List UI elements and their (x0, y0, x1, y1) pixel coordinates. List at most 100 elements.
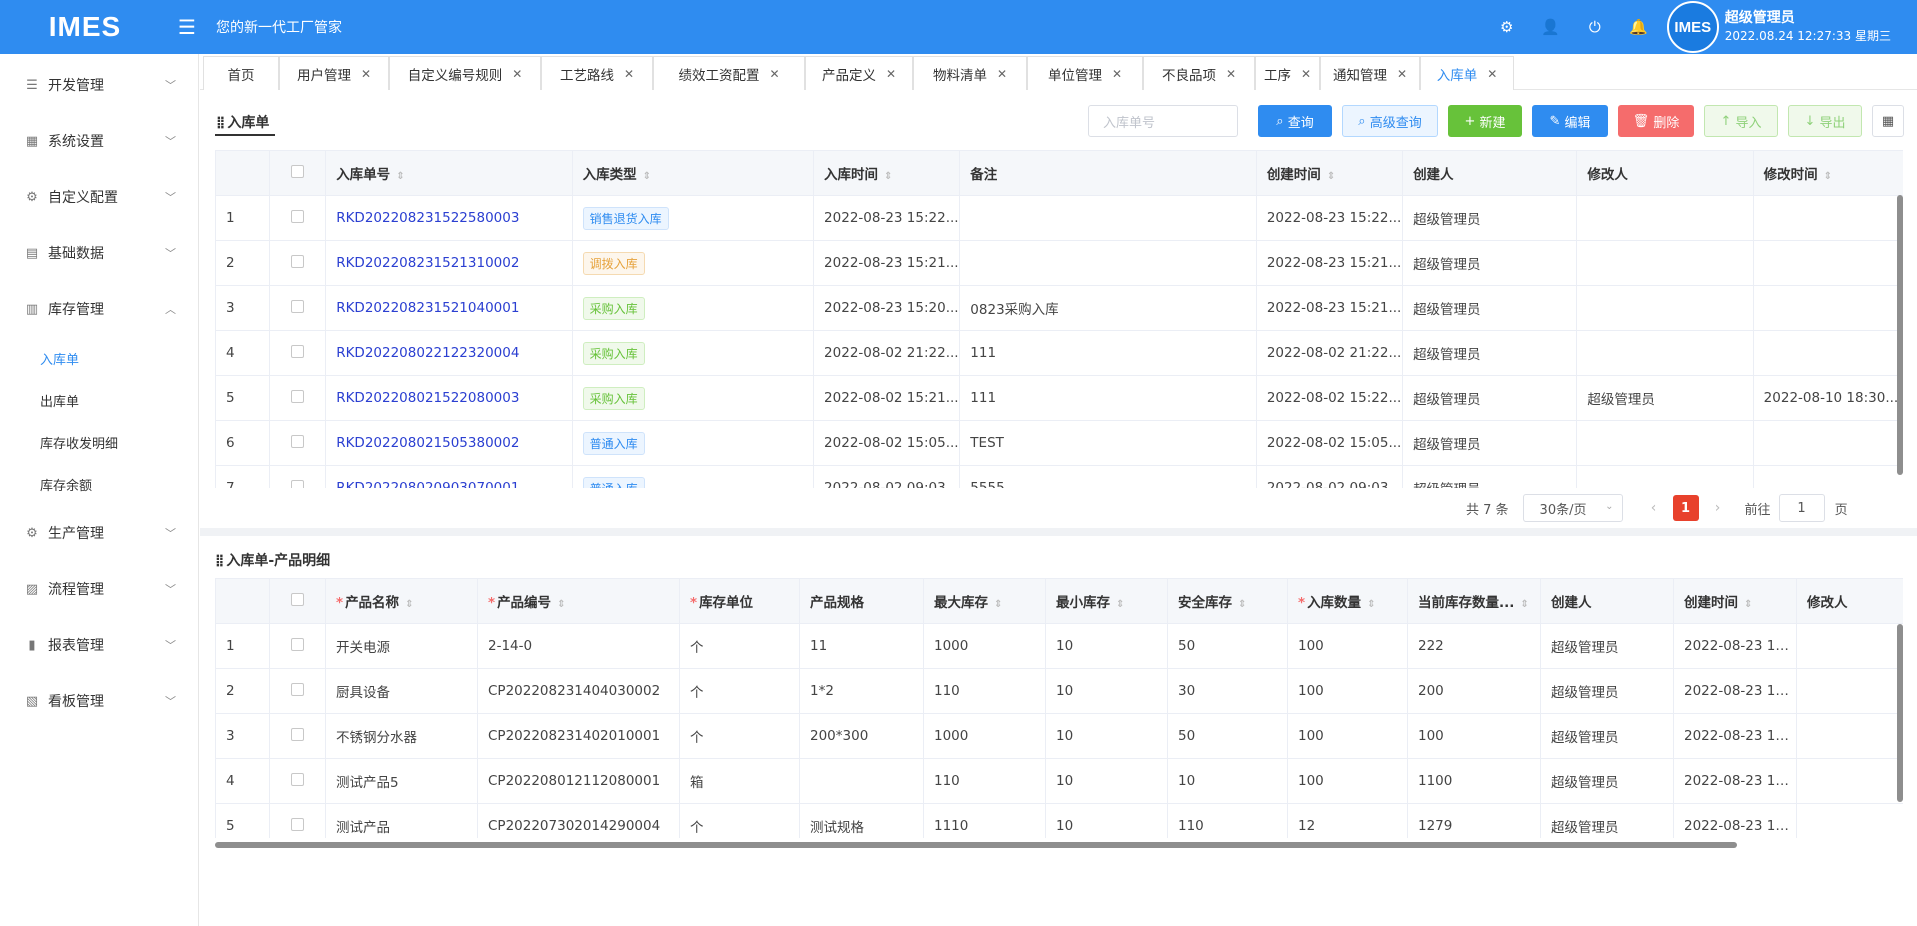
sidebar-item[interactable]: ▥ 库存管理 ︿ (0, 281, 198, 337)
user-icon[interactable]: 👤 (1529, 0, 1573, 54)
power-icon[interactable]: ⏻ (1573, 0, 1617, 54)
search-input[interactable]: 入库单号 (1088, 105, 1238, 137)
row-checkbox[interactable] (269, 758, 326, 804)
sidebar-item[interactable]: ☰ 开发管理 ﹀ (0, 57, 198, 113)
page-current[interactable]: 1 (1672, 495, 1699, 521)
tab[interactable]: 不良品项 ✕ (1143, 56, 1255, 90)
close-icon[interactable]: ✕ (512, 67, 522, 81)
column-header[interactable]: * 库存单位 (679, 578, 800, 624)
column-header[interactable]: 产品规格 (799, 578, 924, 624)
column-header[interactable]: 入库时间 ⇕ (813, 150, 961, 196)
column-header[interactable]: 备注 (959, 150, 1257, 196)
sort-icon[interactable]: ⇕ (1744, 599, 1752, 610)
column-header[interactable]: 最小库存 ⇕ (1045, 578, 1168, 624)
sort-icon[interactable]: ⇕ (1116, 599, 1124, 610)
column-header[interactable]: 入库类型 ⇕ (571, 150, 815, 196)
goto-page-input[interactable]: 1 (1778, 494, 1825, 522)
column-header[interactable]: 入库单号 ⇕ (325, 150, 573, 196)
columns-toggle-icon[interactable]: ▦ (1872, 105, 1904, 137)
query-button[interactable]: ⌕ 查询 (1258, 105, 1332, 137)
sort-icon[interactable]: ⇕ (884, 171, 892, 182)
table-row[interactable]: 5 RKD202208021522080003 采购入库 2022-08-02 15:… (215, 375, 1903, 421)
tab[interactable]: 产品定义 ✕ (805, 56, 913, 90)
sidebar-item[interactable]: ⚙ 自定义配置 ﹀ (0, 169, 198, 225)
select-all-checkbox[interactable] (269, 150, 327, 196)
inbound-code-link[interactable]: RKD202208021505380002 (336, 435, 519, 451)
row-checkbox[interactable] (269, 240, 327, 286)
inbound-code-link[interactable]: RKD202208020903070001 (336, 480, 519, 488)
sort-icon[interactable]: ⇕ (405, 599, 413, 610)
table-row[interactable]: 2 厨具设备 CP202208231404030002 个 1*2 110 10 30 100 2… (215, 668, 1903, 714)
lower-vertical-scrollbar[interactable] (1897, 624, 1903, 802)
sort-icon[interactable]: ⇕ (1327, 171, 1335, 182)
sidebar-subitem[interactable]: 库存收发明细 (0, 421, 198, 463)
upper-vertical-scrollbar[interactable] (1897, 195, 1903, 475)
table-row[interactable]: 7 RKD202208020903070001 普通入库 2022-08-02 09:… (215, 465, 1903, 488)
close-icon[interactable]: ✕ (1112, 67, 1122, 81)
row-checkbox[interactable] (269, 195, 327, 241)
table-row[interactable]: 1 RKD202208231522580003 销售退货入库 2022-08-23 1… (215, 195, 1903, 241)
close-icon[interactable]: ✕ (769, 67, 779, 81)
inbound-code-link[interactable]: RKD202208022122320004 (336, 345, 519, 361)
row-checkbox[interactable] (269, 803, 326, 838)
next-page-icon[interactable]: › (1703, 500, 1733, 516)
column-header[interactable]: 修改人 (1576, 150, 1754, 196)
close-icon[interactable]: ✕ (1301, 67, 1311, 81)
row-checkbox[interactable] (269, 713, 326, 759)
table-row[interactable]: 3 RKD202208231521040001 采购入库 2022-08-23 15:… (215, 285, 1903, 331)
row-checkbox[interactable] (269, 668, 326, 714)
close-icon[interactable]: ✕ (1487, 67, 1497, 81)
avatar[interactable]: IMES (1666, 1, 1719, 53)
sidebar-subitem[interactable]: 出库单 (0, 379, 198, 421)
inbound-code-link[interactable]: RKD202208231521040001 (336, 300, 519, 316)
column-header[interactable]: * 产品编号 ⇕ (477, 578, 680, 624)
row-checkbox[interactable] (269, 375, 327, 421)
column-header[interactable]: 创建时间 ⇕ (1673, 578, 1797, 624)
column-header[interactable]: 创建人 (1540, 578, 1674, 624)
sort-icon[interactable]: ⇕ (1824, 171, 1832, 182)
edit-button[interactable]: ✎ 编辑 (1532, 105, 1608, 137)
tab[interactable]: 工艺路线 ✕ (541, 56, 653, 90)
close-icon[interactable]: ✕ (624, 67, 634, 81)
table-row[interactable]: 6 RKD202208021505380002 普通入库 2022-08-02 15:… (215, 420, 1903, 466)
new-button[interactable]: + 新建 (1448, 105, 1522, 137)
advanced-query-button[interactable]: ⌕ 高级查询 (1342, 105, 1438, 137)
menu-toggle-icon[interactable]: ☰ (172, 12, 202, 42)
close-icon[interactable]: ✕ (1226, 67, 1236, 81)
table-row[interactable]: 2 RKD202208231521310002 调拨入库 2022-08-23 15:… (215, 240, 1903, 286)
inbound-code-link[interactable]: RKD202208231521310002 (336, 255, 519, 271)
sidebar-subitem[interactable]: 入库单 (0, 337, 198, 379)
sidebar-subitem[interactable]: 库存余额 (0, 463, 198, 505)
row-checkbox[interactable] (269, 285, 327, 331)
sidebar-item[interactable]: ▦ 系统设置 ﹀ (0, 113, 198, 169)
sort-icon[interactable]: ⇕ (643, 171, 651, 182)
column-header[interactable]: 创建时间 ⇕ (1255, 150, 1404, 196)
table-row[interactable]: 3 不锈钢分水器 CP202208231402010001 个 200*300 1000 1… (215, 713, 1903, 759)
app-logo[interactable]: IMES (0, 0, 170, 54)
inbound-code-link[interactable]: RKD202208231522580003 (336, 210, 519, 226)
sidebar-item[interactable]: ▧ 看板管理 ﹀ (0, 673, 198, 729)
sort-icon[interactable]: ⇕ (1367, 599, 1375, 610)
column-header[interactable]: * 产品名称 ⇕ (325, 578, 478, 624)
tab[interactable]: 首页 (203, 56, 279, 90)
row-checkbox[interactable] (269, 420, 327, 466)
column-header[interactable]: 修改人 (1796, 578, 1903, 624)
sort-icon[interactable]: ⇕ (994, 599, 1002, 610)
tab[interactable]: 物料清单 ✕ (913, 56, 1027, 90)
sidebar-item[interactable]: ▨ 流程管理 ﹀ (0, 561, 198, 617)
column-header[interactable]: 修改时间 ⇕ (1752, 150, 1903, 196)
tab[interactable]: 自定义编号规则 ✕ (389, 56, 541, 90)
delete-button[interactable]: 🗑 删除 (1618, 105, 1694, 137)
sort-icon[interactable]: ⇕ (396, 171, 404, 182)
table-row[interactable]: 1 开关电源 2-14-0 个 11 1000 10 50 100 222 超级管理员 2022-08… (215, 623, 1903, 669)
tab[interactable]: 单位管理 ✕ (1027, 56, 1143, 90)
tab[interactable]: 绩效工资配置 ✕ (653, 56, 805, 90)
close-icon[interactable]: ✕ (1397, 67, 1407, 81)
inbound-code-link[interactable]: RKD202208021522080003 (336, 390, 519, 406)
tab[interactable]: 通知管理 ✕ (1320, 56, 1420, 90)
tab[interactable]: 入库单 ✕ (1420, 56, 1514, 90)
row-checkbox[interactable] (269, 623, 326, 669)
bell-icon[interactable]: 🔔 (1617, 0, 1661, 54)
sort-icon[interactable]: ⇕ (1238, 599, 1246, 610)
import-button[interactable]: ↑ 导入 (1704, 105, 1778, 137)
